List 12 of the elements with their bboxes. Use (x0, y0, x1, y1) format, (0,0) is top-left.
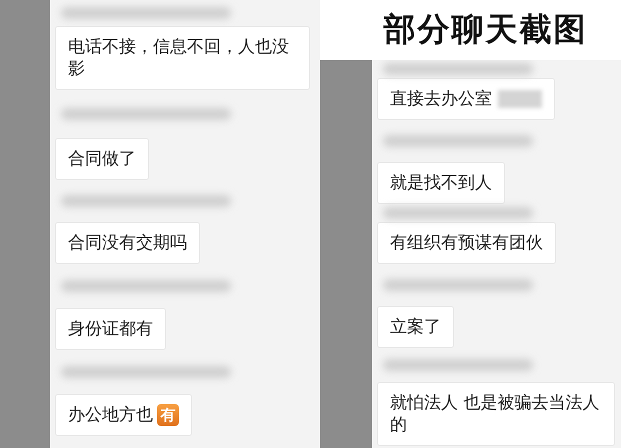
message-text: 就怕法人 也是被骗去当法人的 (390, 393, 600, 435)
title: 部分聊天截图 (384, 9, 588, 50)
message-text: 办公地方也 (68, 404, 153, 426)
emoji-badge: 有 (157, 404, 179, 426)
message-text: 合同没有交期吗 (68, 233, 187, 253)
message-text: 电话不接，信息不回，人也没影 (68, 37, 289, 79)
message-text: 立案了 (390, 317, 441, 337)
message-text: 直接去办公室 (390, 88, 492, 110)
message-text: 就是找不到人 (390, 173, 492, 193)
message-text: 有组织有预谋有团伙 (390, 233, 543, 253)
message-text: 合同做了 (68, 149, 136, 169)
message-text: 身份证都有 (68, 319, 153, 339)
